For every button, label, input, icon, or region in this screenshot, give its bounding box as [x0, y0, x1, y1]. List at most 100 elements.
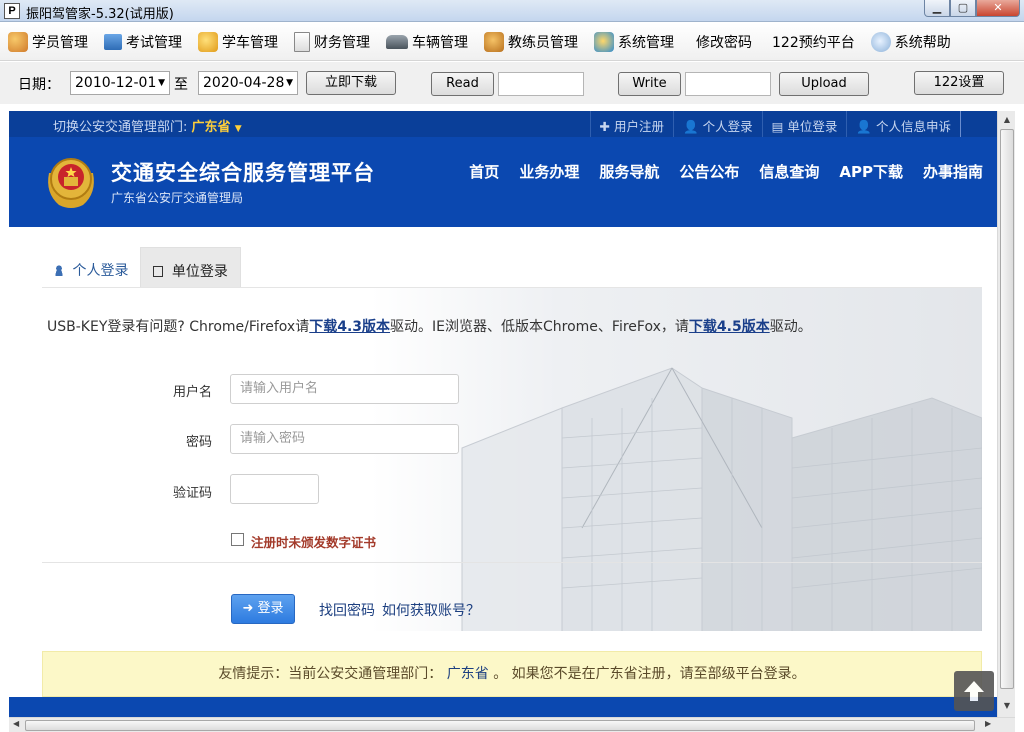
minimize-button[interactable]: ▁ — [924, 0, 950, 17]
system-icon — [594, 31, 614, 52]
write-input[interactable] — [685, 72, 771, 96]
vertical-scrollbar[interactable]: ▲ ▼ — [997, 111, 1015, 717]
appeal-link[interactable]: 👤 个人信息申诉 — [846, 111, 961, 137]
form-divider — [42, 562, 982, 563]
cert-checkbox[interactable] — [231, 533, 244, 546]
menu-label: 系统帮助 — [894, 34, 951, 51]
tab-personal-login[interactable]: 个人登录 — [42, 247, 140, 287]
menu-label: 122预约平台 — [772, 34, 855, 51]
vehicle-icon — [386, 34, 408, 49]
menu-exam[interactable]: 考试管理 — [104, 32, 182, 52]
menu-vehicle[interactable]: 车辆管理 — [386, 32, 468, 52]
menu-bar: 学员管理 考试管理 学车管理 财务管理 车辆管理 教练员管理 系统管理 修改密码… — [0, 23, 1024, 61]
menu-students[interactable]: 学员管理 — [8, 31, 88, 52]
menu-help[interactable]: 系统帮助 — [870, 31, 951, 52]
unit-login-label: 单位登录 — [787, 119, 838, 134]
menu-label: 学车管理 — [222, 34, 278, 51]
police-emblem-icon — [48, 158, 94, 208]
app-icon: P — [4, 3, 20, 19]
personal-login-label: 个人登录 — [702, 119, 753, 134]
get-account-link[interactable]: 如何获取账号？ — [382, 600, 480, 620]
close-button[interactable]: ✕ — [976, 0, 1020, 17]
forgot-password-link[interactable]: 找回密码 — [319, 600, 375, 620]
menu-label: 修改密码 — [696, 34, 752, 51]
scroll-left-icon[interactable]: ◀ — [13, 719, 19, 728]
login-tabs: 个人登录 单位登录 — [42, 247, 241, 287]
register-link[interactable]: ✚ 用户注册 — [589, 111, 673, 137]
students-icon — [8, 31, 28, 52]
notice-text: 驱动。 — [769, 319, 812, 335]
dept-switch-label: 切换公安交通管理部门: — [53, 120, 188, 135]
scroll-down-icon[interactable]: ▼ — [1001, 701, 1013, 710]
dropdown-arrow-icon: ▼ — [286, 78, 293, 88]
notice-text: USB-KEY登录有问题? Chrome/Firefox请 — [47, 319, 310, 335]
dept-switch[interactable]: 切换公安交通管理部门: 广东省 ▼ — [53, 116, 242, 135]
vertical-scroll-thumb[interactable] — [1000, 129, 1014, 689]
user-icon: 👤 — [683, 119, 699, 134]
write-button[interactable]: Write — [618, 72, 681, 96]
tip-bar: 友情提示：当前公安交通管理部门： 广东省 。 如果您不是在广东省注册，请至部级平… — [42, 651, 982, 697]
user-icon: 👤 — [856, 119, 872, 134]
arrow-up-icon — [964, 681, 984, 701]
building-background-image — [461, 367, 982, 631]
captcha-input[interactable] — [230, 474, 319, 504]
tab-label: 单位登录 — [171, 264, 228, 280]
appeal-label: 个人信息申诉 — [875, 119, 951, 134]
back-to-top-button[interactable] — [954, 671, 994, 711]
nav-notices[interactable]: 公告公布 — [679, 161, 739, 182]
nav-query[interactable]: 信息查询 — [759, 161, 819, 182]
login-button-label: 登录 — [257, 601, 284, 616]
toolbar: 日期： 2010-12-01 ▼ 至 2020-04-28 ▼ 立即下载 Rea… — [0, 62, 1024, 104]
menu-label: 系统管理 — [618, 34, 674, 51]
scroll-up-icon[interactable]: ▲ — [1001, 115, 1013, 124]
nav-business[interactable]: 业务办理 — [519, 161, 579, 182]
site-topbar: 切换公安交通管理部门: 广东省 ▼ ✚ 用户注册 👤 个人登录 ▤ 单位登录 👤… — [9, 111, 997, 137]
download-4-5-link[interactable]: 下载4.5版本 — [689, 319, 770, 335]
nav-app-download[interactable]: APP下载 — [839, 161, 903, 182]
nav-home[interactable]: 首页 — [469, 161, 499, 182]
122-settings-button[interactable]: 122设置 — [914, 71, 1004, 95]
nav-guide[interactable]: 办事指南 — [923, 161, 983, 182]
caret-down-icon: ▼ — [234, 124, 242, 134]
start-date-select[interactable]: 2010-12-01 ▼ — [70, 71, 170, 95]
read-input[interactable] — [498, 72, 584, 96]
menu-label: 考试管理 — [126, 34, 182, 51]
dropdown-arrow-icon: ▼ — [158, 78, 165, 88]
horizontal-scroll-thumb[interactable] — [25, 720, 975, 731]
personal-login-link[interactable]: 👤 个人登录 — [673, 111, 762, 137]
read-button[interactable]: Read — [431, 72, 494, 96]
maximize-button[interactable]: ▢ — [950, 0, 976, 17]
site-subtitle: 广东省公安厅交通管理局 — [111, 191, 244, 205]
menu-label: 财务管理 — [314, 34, 370, 51]
window-title: 振阳驾管家-5.32(试用版) — [26, 7, 174, 22]
to-label: 至 — [174, 77, 188, 93]
menu-finance[interactable]: 财务管理 — [294, 31, 370, 52]
top-links: ✚ 用户注册 👤 个人登录 ▤ 单位登录 👤 个人信息申诉 — [589, 111, 961, 137]
window-controls: ▁ ▢ ✕ — [924, 0, 1020, 18]
site-title: 交通安全综合服务管理平台 — [111, 161, 375, 185]
username-input[interactable]: 请输入用户名 — [230, 374, 459, 404]
nav-service[interactable]: 服务导航 — [599, 161, 659, 182]
end-date-select[interactable]: 2020-04-28 ▼ — [198, 71, 298, 95]
menu-change-password[interactable]: 修改密码 — [696, 32, 752, 52]
menu-coach[interactable]: 教练员管理 — [484, 31, 578, 52]
password-input[interactable]: 请输入密码 — [230, 424, 459, 454]
download-button[interactable]: 立即下载 — [306, 71, 396, 95]
sign-in-icon: ➜ — [242, 601, 254, 616]
login-button[interactable]: ➜ 登录 — [231, 594, 295, 624]
upload-button[interactable]: Upload — [779, 72, 869, 96]
menu-system[interactable]: 系统管理 — [594, 31, 674, 52]
date-label: 日期： — [18, 77, 60, 93]
unit-login-link[interactable]: ▤ 单位登录 — [761, 111, 847, 137]
tab-unit-login[interactable]: 单位登录 — [140, 247, 241, 287]
notice-text: 驱动。IE浏览器、低版本Chrome、FireFox，请 — [390, 319, 689, 335]
user-icon — [54, 265, 64, 276]
horizontal-scrollbar[interactable]: ◀ ▶ — [9, 717, 1015, 732]
menu-122-platform[interactable]: 122预约平台 — [772, 32, 855, 52]
download-4-3-link[interactable]: 下载4.3版本 — [309, 319, 390, 335]
building-icon: ▤ — [771, 119, 784, 134]
menu-learn-driving[interactable]: 学车管理 — [198, 31, 278, 52]
building-icon — [153, 266, 164, 277]
site-header: 交通安全综合服务管理平台 广东省公安厅交通管理局 首页 业务办理 服务导航 公告… — [9, 137, 997, 227]
scroll-right-icon[interactable]: ▶ — [985, 719, 991, 728]
